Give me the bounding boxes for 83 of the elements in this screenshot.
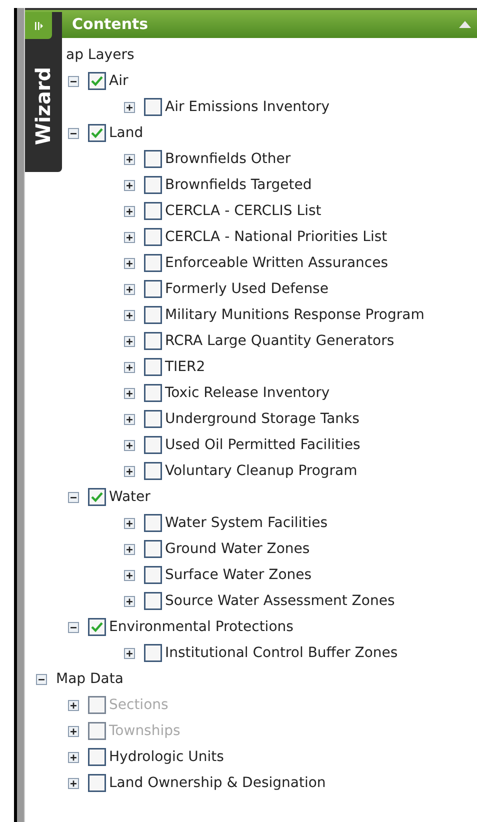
checkbox[interactable] xyxy=(144,280,162,298)
checkbox[interactable] xyxy=(144,228,162,246)
layer-label[interactable]: Map Data xyxy=(56,668,124,690)
expand-icon[interactable] xyxy=(124,466,135,476)
expand-icon[interactable] xyxy=(124,570,135,580)
expand-icon[interactable] xyxy=(124,362,135,372)
expand-icon[interactable] xyxy=(124,336,135,346)
layer-label[interactable]: Used Oil Permitted Facilities xyxy=(165,434,360,456)
layer-label[interactable]: Land Ownership & Designation xyxy=(109,772,326,794)
checkbox[interactable] xyxy=(88,124,106,142)
collapse-icon[interactable] xyxy=(68,492,79,502)
bars-icon xyxy=(34,20,44,30)
expand-icon[interactable] xyxy=(124,544,135,554)
layer-label[interactable]: Enforceable Written Assurances xyxy=(165,252,388,274)
layer-label[interactable]: Land xyxy=(109,122,144,144)
panel-title: Contents xyxy=(72,14,148,35)
layer-label[interactable]: Water System Facilities xyxy=(165,512,328,534)
checkbox[interactable] xyxy=(88,618,106,636)
layer-label[interactable]: TIER2 xyxy=(165,356,206,378)
checkbox[interactable] xyxy=(144,254,162,272)
checkbox[interactable] xyxy=(144,332,162,350)
layer-label[interactable]: Surface Water Zones xyxy=(165,564,312,586)
layer-label[interactable]: Hydrologic Units xyxy=(109,746,224,768)
layer-label[interactable]: Ground Water Zones xyxy=(165,538,310,560)
checkbox[interactable] xyxy=(144,358,162,376)
checkbox[interactable] xyxy=(144,306,162,324)
layer-label[interactable]: Air Emissions Inventory xyxy=(165,96,330,118)
checkbox[interactable] xyxy=(144,410,162,428)
layer-label[interactable]: Military Munitions Response Program xyxy=(165,304,424,326)
checkbox[interactable] xyxy=(144,592,162,610)
expand-icon[interactable] xyxy=(124,206,135,216)
wizard-tab[interactable]: Wizard xyxy=(25,12,62,172)
checkbox[interactable] xyxy=(144,202,162,220)
layer-label[interactable]: Environmental Protections xyxy=(109,616,294,638)
checkbox[interactable] xyxy=(144,176,162,194)
layer-label[interactable]: Formerly Used Defense xyxy=(165,278,328,300)
checkbox[interactable] xyxy=(88,774,106,792)
checkbox[interactable] xyxy=(144,644,162,662)
expand-icon[interactable] xyxy=(124,310,135,320)
layer-label[interactable]: Water xyxy=(109,486,150,508)
layer-label[interactable]: Air xyxy=(109,70,128,92)
expand-icon[interactable] xyxy=(124,258,135,268)
expand-icon[interactable] xyxy=(124,648,135,658)
layer-label[interactable]: Brownfields Targeted xyxy=(165,174,312,196)
checkbox[interactable] xyxy=(144,566,162,584)
checkbox[interactable] xyxy=(144,98,162,116)
expand-icon[interactable] xyxy=(124,596,135,606)
expand-icon[interactable] xyxy=(68,752,79,762)
layer-label[interactable]: RCRA Large Quantity Generators xyxy=(165,330,394,352)
expand-icon[interactable] xyxy=(124,102,135,112)
layer-label[interactable]: CERCLA - CERCLIS List xyxy=(165,200,322,222)
wizard-label: Wizard xyxy=(30,66,56,145)
expand-icon[interactable] xyxy=(124,414,135,424)
collapse-icon[interactable] xyxy=(68,622,79,632)
collapse-icon[interactable] xyxy=(68,128,79,138)
checkbox[interactable] xyxy=(88,748,106,766)
layer-label[interactable]: CERCLA - National Priorities List xyxy=(165,226,388,248)
wizard-toggle[interactable] xyxy=(25,12,52,39)
expand-icon[interactable] xyxy=(124,180,135,190)
expand-icon[interactable] xyxy=(68,778,79,788)
checkbox[interactable] xyxy=(144,384,162,402)
layer-label[interactable]: Source Water Assessment Zones xyxy=(165,590,395,612)
checkbox[interactable] xyxy=(144,462,162,480)
collapse-icon[interactable] xyxy=(36,674,47,684)
expand-icon[interactable] xyxy=(124,232,135,242)
expand-icon[interactable] xyxy=(124,518,135,528)
expand-icon[interactable] xyxy=(124,440,135,450)
checkbox[interactable] xyxy=(144,540,162,558)
expand-icon[interactable] xyxy=(124,284,135,294)
checkbox[interactable] xyxy=(144,514,162,532)
checkbox[interactable] xyxy=(88,72,106,90)
layer-label[interactable]: Toxic Release Inventory xyxy=(165,382,330,404)
layer-label[interactable]: Voluntary Cleanup Program xyxy=(165,460,358,482)
checkbox[interactable] xyxy=(88,488,106,506)
checkbox[interactable] xyxy=(144,436,162,454)
layer-label[interactable]: Institutional Control Buffer Zones xyxy=(165,642,398,664)
expand-icon[interactable] xyxy=(124,154,135,164)
layer-label[interactable]: Brownfields Other xyxy=(165,148,291,170)
expand-icon[interactable] xyxy=(124,388,135,398)
checkbox[interactable] xyxy=(144,150,162,168)
layer-label[interactable]: ap Layers xyxy=(66,44,134,66)
layer-label[interactable]: Underground Storage Tanks xyxy=(165,408,360,430)
collapse-icon[interactable] xyxy=(68,76,79,86)
